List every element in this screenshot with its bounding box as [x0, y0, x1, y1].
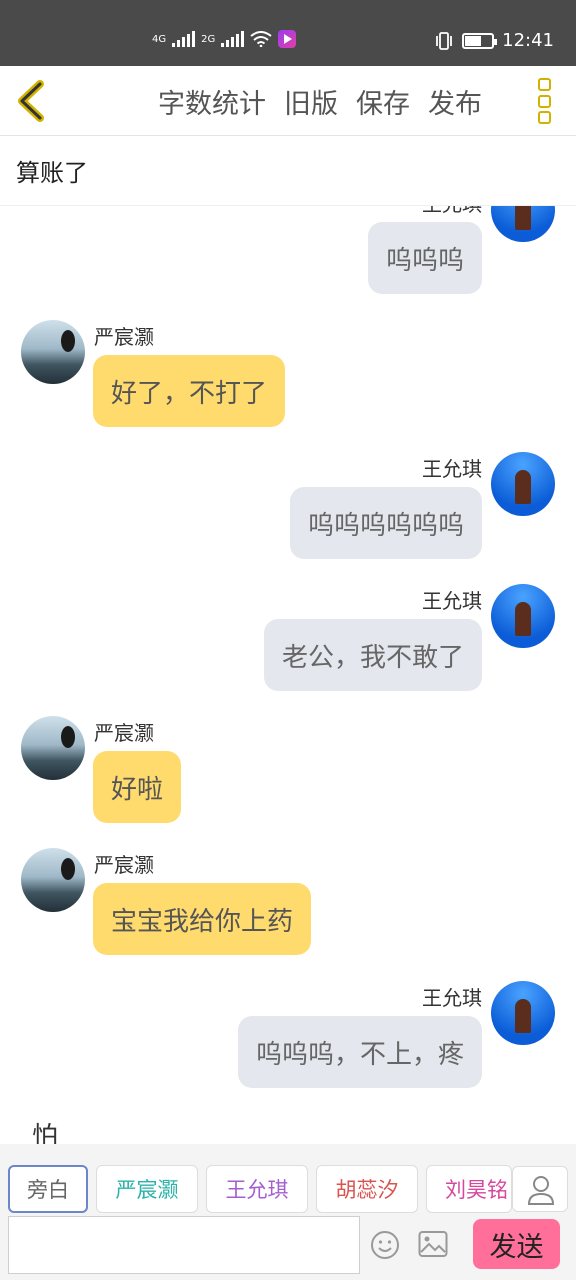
more-menu-icon[interactable]	[532, 78, 556, 124]
editor-toolbar: 字数统计 旧版 保存 发布	[0, 66, 576, 136]
avatar[interactable]	[491, 452, 555, 516]
status-bar: 4G 2G 12:41	[0, 0, 576, 66]
speaker-name: 严宸灏	[94, 853, 154, 877]
character-chip-yan[interactable]: 严宸灏	[96, 1165, 198, 1213]
narration-text[interactable]: 怕	[32, 1116, 58, 1144]
character-bar: 旁白 严宸灏 王允琪 胡蕊汐 刘昊铭	[0, 1144, 576, 1216]
image-icon[interactable]	[418, 1230, 448, 1258]
network-indicators: 4G 2G	[152, 30, 297, 48]
character-chip-wang[interactable]: 王允琪	[206, 1165, 308, 1213]
word-count-button[interactable]: 字数统计	[158, 82, 266, 121]
message-bubble[interactable]: 好啦	[93, 751, 182, 823]
avatar[interactable]	[21, 320, 85, 384]
vibrate-icon	[436, 31, 453, 50]
network-1-label: 4G	[152, 33, 167, 45]
input-bar: 发送	[0, 1216, 576, 1280]
save-button[interactable]: 保存	[356, 82, 410, 121]
clock: 12:41	[502, 30, 554, 51]
status-right: 12:41	[434, 30, 554, 51]
signal-1-icon	[172, 31, 196, 47]
message-bubble[interactable]: 呜呜呜，不上，疼	[237, 1016, 482, 1088]
message-bubble[interactable]: 宝宝我给你上药	[93, 883, 312, 955]
avatar[interactable]	[491, 981, 555, 1045]
publish-button[interactable]: 发布	[428, 82, 482, 121]
character-manage-button[interactable]	[512, 1166, 568, 1212]
speaker-name: 严宸灏	[94, 721, 154, 745]
avatar[interactable]	[491, 584, 555, 648]
user-icon	[527, 1176, 555, 1205]
message-input[interactable]	[8, 1216, 360, 1274]
video-app-icon	[278, 30, 297, 48]
network-2-label: 2G	[201, 33, 216, 45]
message-bubble[interactable]: 呜呜呜呜呜呜	[289, 487, 482, 559]
speaker-name: 严宸灏	[94, 325, 154, 349]
message-bubble[interactable]: 老公，我不敢了	[263, 619, 482, 691]
avatar[interactable]	[21, 848, 85, 912]
signal-2-icon	[221, 31, 245, 47]
character-chip-narrator[interactable]: 旁白	[8, 1165, 88, 1213]
emoji-icon[interactable]	[370, 1230, 400, 1260]
battery-icon	[462, 32, 498, 49]
avatar[interactable]	[21, 716, 85, 780]
old-version-button[interactable]: 旧版	[284, 82, 338, 121]
avatar[interactable]	[491, 206, 555, 242]
speaker-name: 王允琪	[422, 589, 482, 613]
speaker-name: 王允琪	[422, 457, 482, 481]
toolbar-actions: 字数统计 旧版 保存 发布	[158, 66, 482, 136]
character-chip-hu[interactable]: 胡蕊汐	[316, 1165, 418, 1213]
chapter-title[interactable]: 算账了	[0, 136, 576, 206]
back-arrow-icon[interactable]	[10, 78, 54, 124]
speaker-name: 王允琪	[422, 206, 482, 217]
message-bubble[interactable]: 好了，不打了	[93, 355, 286, 427]
wifi-icon	[250, 31, 272, 47]
chat-area[interactable]: 王允琪 呜呜呜 严宸灏 好了，不打了 王允琪 呜呜呜呜呜呜 王允琪 老公，我不敢…	[0, 206, 576, 1144]
character-chip-liu[interactable]: 刘昊铭	[426, 1165, 512, 1213]
speaker-name: 王允琪	[422, 986, 482, 1010]
send-button[interactable]: 发送	[473, 1219, 560, 1269]
message-bubble[interactable]: 呜呜呜	[367, 222, 482, 294]
